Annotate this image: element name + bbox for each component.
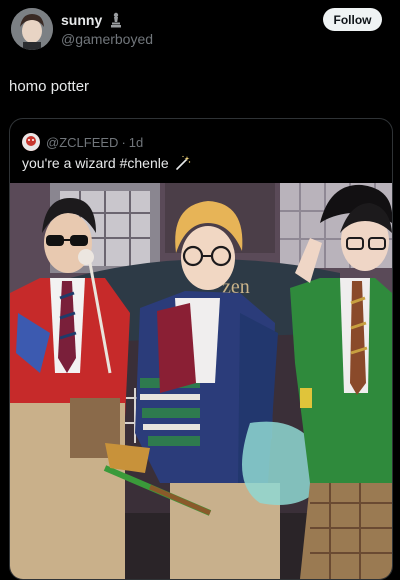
quote-text: you're a wizard #chenle [22, 155, 169, 171]
quote-header: @ZCLFEED · 1d [22, 133, 143, 151]
post-photo[interactable]: zen [10, 183, 392, 579]
quote-text-row: you're a wizard #chenle [22, 155, 191, 171]
chess-piece-icon [110, 12, 122, 28]
quote-avatar[interactable] [22, 133, 40, 151]
timestamp[interactable]: 1d [129, 135, 143, 150]
follow-button[interactable]: Follow [323, 8, 382, 31]
post-header: sunny @gamerboyed Follow [0, 0, 400, 60]
quoted-post[interactable]: @ZCLFEED · 1d you're a wizard #chenle ze… [9, 118, 393, 580]
separator: · [121, 134, 126, 150]
magic-wand-icon [175, 155, 191, 171]
quote-handle[interactable]: @ZCLFEED [46, 135, 118, 150]
user-handle[interactable]: @gamerboyed [61, 31, 153, 47]
display-name[interactable]: sunny [61, 12, 102, 28]
avatar[interactable] [11, 8, 53, 50]
post-text: homo potter [9, 78, 90, 95]
